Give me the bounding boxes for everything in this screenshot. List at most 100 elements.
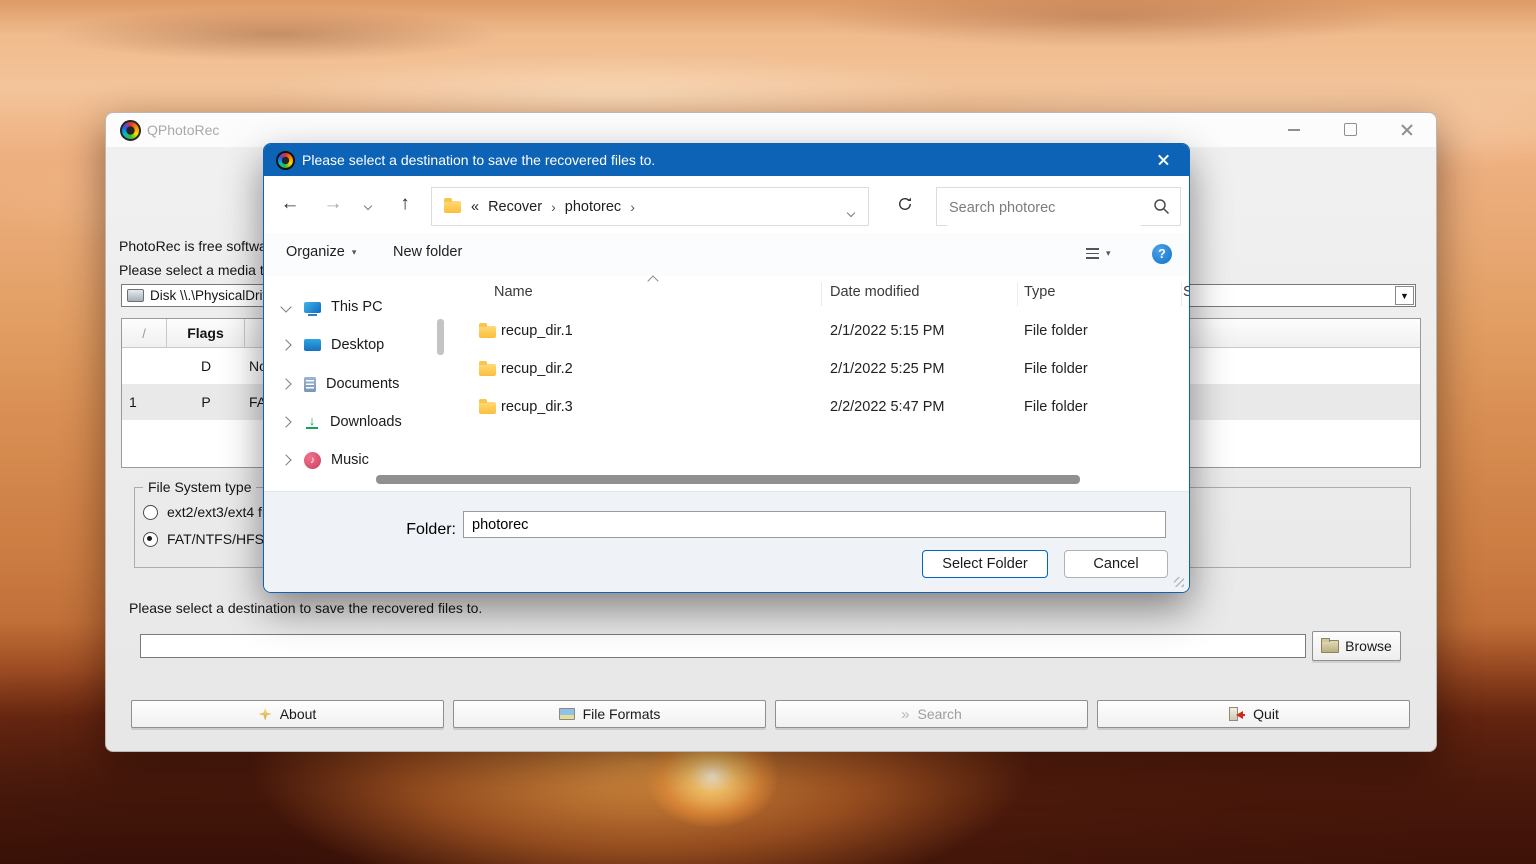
column-header-name[interactable]: Name xyxy=(494,284,533,308)
breadcrumb-photorec[interactable]: photorec xyxy=(565,199,621,215)
dialog-close-button[interactable] xyxy=(1143,144,1183,176)
sidebar-item-downloads[interactable]: ↓ Downloads xyxy=(264,407,456,437)
dialog-body: This PC Desktop Documents ↓ Downloads ♪ … xyxy=(264,276,1189,491)
sidebar-item-documents[interactable]: Documents xyxy=(264,369,456,399)
file-row-recup-dir-2[interactable]: recup_dir.2 2/1/2022 5:25 PM File folder xyxy=(456,352,1189,389)
search-input[interactable] xyxy=(947,189,1141,226)
sidebar-label: Downloads xyxy=(330,414,402,430)
disk-icon xyxy=(127,289,144,302)
horizontal-scrollbar-thumb[interactable] xyxy=(376,475,1080,484)
new-folder-button[interactable]: New folder xyxy=(393,244,462,260)
collapsed-chevron[interactable] xyxy=(282,376,294,392)
select-folder-button[interactable]: Select Folder xyxy=(922,550,1048,578)
sort-ascending-icon xyxy=(647,275,658,286)
chevron-right-icon xyxy=(280,416,291,427)
qphotorec-dialog-icon xyxy=(276,151,295,170)
refresh-button[interactable] xyxy=(893,192,917,216)
partition-flags: D xyxy=(167,348,245,384)
quit-button[interactable]: Quit xyxy=(1097,700,1410,728)
collapsed-chevron[interactable] xyxy=(282,414,294,430)
file-date: 2/1/2022 5:15 PM xyxy=(830,323,944,339)
address-dropdown-button[interactable] xyxy=(848,204,854,220)
column-header-number[interactable]: / xyxy=(122,319,167,347)
back-button[interactable]: ← xyxy=(276,190,304,218)
file-name: recup_dir.2 xyxy=(501,361,573,377)
file-date: 2/2/2022 5:47 PM xyxy=(830,399,944,415)
sidebar-scrollbar-thumb[interactable] xyxy=(437,319,444,355)
chevron-down-icon xyxy=(364,202,372,210)
about-button[interactable]: About xyxy=(131,700,444,728)
search-box[interactable] xyxy=(936,187,1181,226)
radio-fat-label: FAT/NTFS/HFS+/ xyxy=(167,531,276,547)
sidebar-label: Desktop xyxy=(331,337,384,353)
forward-button[interactable]: → xyxy=(319,190,347,218)
column-header-size[interactable]: S xyxy=(1183,284,1190,308)
file-name: recup_dir.3 xyxy=(501,399,573,415)
up-button[interactable]: ↑ xyxy=(391,190,419,218)
partition-index: 1 xyxy=(122,394,167,410)
dialog-titlebar: Please select a destination to save the … xyxy=(264,144,1189,176)
radio-ext-icon[interactable] xyxy=(143,505,158,520)
refresh-icon xyxy=(897,196,913,212)
minimize-button[interactable] xyxy=(1272,113,1316,146)
search-button[interactable]: » Search xyxy=(775,700,1088,728)
view-mode-button[interactable]: ▾ xyxy=(1086,248,1111,259)
close-button[interactable] xyxy=(1385,113,1429,146)
file-type: File folder xyxy=(1024,361,1088,377)
collapsed-chevron[interactable] xyxy=(282,452,294,468)
breadcrumb-prefix: « xyxy=(471,199,479,215)
chevron-right-icon xyxy=(280,454,291,465)
dropdown-arrow-icon[interactable]: ▼ xyxy=(1395,286,1414,305)
sidebar-label: Documents xyxy=(326,376,399,392)
radio-fat-icon[interactable] xyxy=(143,532,158,547)
quit-door-icon xyxy=(1228,707,1245,722)
partition-flags: P xyxy=(167,384,245,420)
browse-button[interactable]: Browse xyxy=(1312,631,1401,661)
file-name: recup_dir.1 xyxy=(501,323,573,339)
sidebar-item-music[interactable]: ♪ Music xyxy=(264,445,456,475)
maximize-button[interactable] xyxy=(1328,113,1372,146)
sidebar-item-this-pc[interactable]: This PC xyxy=(264,292,456,322)
recent-locations-chevron[interactable] xyxy=(354,192,382,220)
folder-name-input[interactable] xyxy=(463,511,1166,538)
breadcrumb-recover[interactable]: Recover xyxy=(488,199,542,215)
music-icon: ♪ xyxy=(304,452,321,469)
destination-input[interactable] xyxy=(140,634,1306,658)
radio-option-ext[interactable]: ext2/ext3/ext4 file xyxy=(143,504,276,520)
column-header-type[interactable]: Type xyxy=(1024,284,1055,308)
file-type: File folder xyxy=(1024,323,1088,339)
chevron-right-icon xyxy=(280,378,291,389)
about-star-icon xyxy=(259,708,272,721)
browse-label: Browse xyxy=(1345,638,1392,654)
collapsed-chevron[interactable] xyxy=(282,337,294,353)
folder-icon xyxy=(479,402,496,414)
this-pc-icon xyxy=(304,302,321,313)
help-button[interactable]: ? xyxy=(1152,244,1172,264)
organize-menu[interactable]: Organize ▾ xyxy=(286,244,356,260)
file-row-recup-dir-1[interactable]: recup_dir.1 2/1/2022 5:15 PM File folder xyxy=(456,314,1189,351)
column-header-flags[interactable]: Flags xyxy=(167,319,245,347)
search-icon xyxy=(1153,198,1170,215)
close-icon xyxy=(1400,123,1414,137)
select-folder-label: Select Folder xyxy=(942,556,1027,572)
media-select-value: Disk \\.\PhysicalDrive xyxy=(150,288,277,303)
cancel-button[interactable]: Cancel xyxy=(1064,550,1168,578)
dialog-title: Please select a destination to save the … xyxy=(302,152,655,168)
radio-option-fat[interactable]: FAT/NTFS/HFS+/ xyxy=(143,531,276,547)
file-type: File folder xyxy=(1024,399,1088,415)
close-icon xyxy=(1156,153,1170,167)
documents-icon xyxy=(304,377,316,392)
column-header-date-modified[interactable]: Date modified xyxy=(830,284,919,308)
sidebar-label: Music xyxy=(331,452,369,468)
dialog-navbar: ← → ↑ « Recover › photorec › xyxy=(264,176,1189,233)
minimize-icon xyxy=(1288,129,1300,131)
file-row-recup-dir-3[interactable]: recup_dir.3 2/2/2022 5:47 PM File folder xyxy=(456,390,1189,427)
address-bar[interactable]: « Recover › photorec › xyxy=(431,187,869,226)
address-folder-icon xyxy=(444,201,461,213)
resize-grip[interactable] xyxy=(1174,577,1184,587)
expanded-chevron[interactable] xyxy=(282,299,294,315)
sidebar-item-desktop[interactable]: Desktop xyxy=(264,330,456,360)
breadcrumb-separator-icon: › xyxy=(551,199,556,215)
chevron-down-icon xyxy=(280,301,291,312)
file-formats-button[interactable]: File Formats xyxy=(453,700,766,728)
